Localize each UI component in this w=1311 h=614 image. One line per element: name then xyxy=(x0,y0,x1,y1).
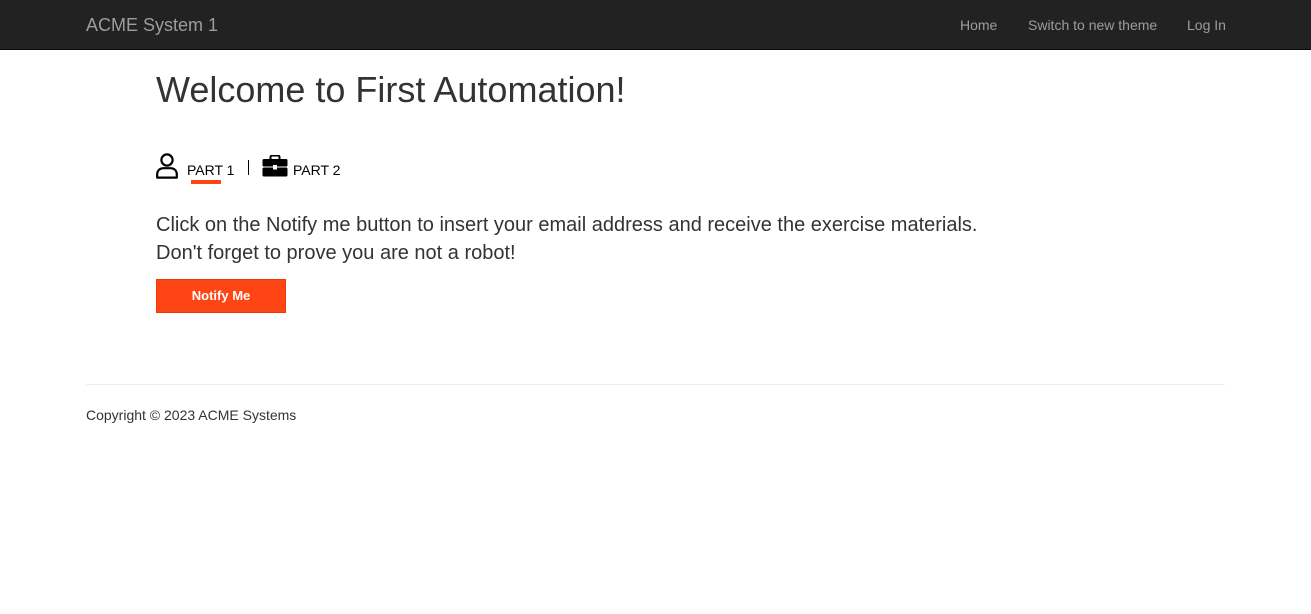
nav-login-link[interactable]: Log In xyxy=(1187,17,1226,34)
nav-home-link[interactable]: Home xyxy=(960,17,997,34)
briefcase-icon xyxy=(262,154,288,182)
brand-link[interactable]: ACME System 1 xyxy=(86,14,218,36)
tab-part-2-label: PART 2 xyxy=(293,162,341,178)
nav-switch-theme-link[interactable]: Switch to new theme xyxy=(1028,17,1157,34)
instruction-line: Click on the Notify me button to insert … xyxy=(156,214,978,236)
page-title: Welcome to First Automation! xyxy=(156,69,626,110)
footer-divider xyxy=(86,384,1225,385)
top-navbar: ACME System 1 Home Switch to new theme L… xyxy=(0,0,1311,50)
tab-divider xyxy=(248,160,249,175)
notify-me-button[interactable]: Notify Me xyxy=(156,279,286,313)
footer-copyright: Copyright © 2023 ACME Systems xyxy=(86,407,297,423)
instruction-line: Don't forget to prove you are not a robo… xyxy=(156,242,516,264)
user-icon xyxy=(156,153,178,184)
active-tab-indicator xyxy=(191,180,221,184)
instructions-text: Click on the Notify me button to insert … xyxy=(156,211,977,267)
tab-part-1-label: PART 1 xyxy=(187,162,235,178)
tab-part-1[interactable]: PART 1 xyxy=(156,153,236,189)
tab-part-2[interactable]: PART 2 xyxy=(262,154,346,185)
